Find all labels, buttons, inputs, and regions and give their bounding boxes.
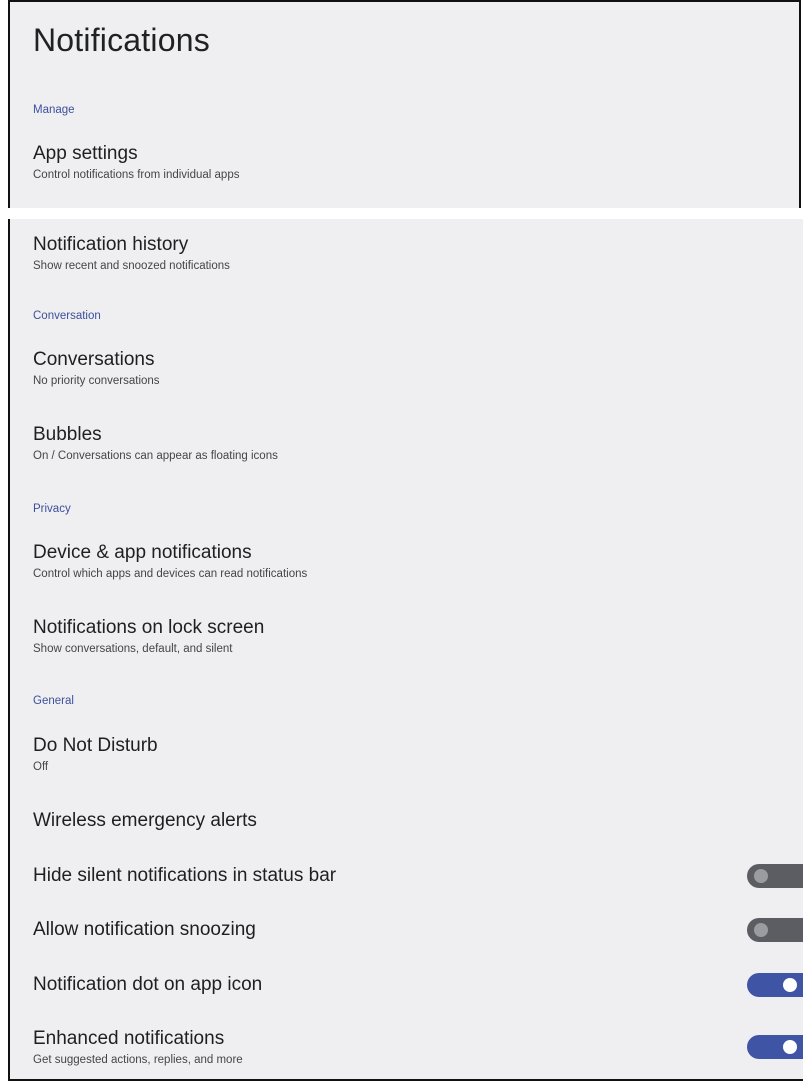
notification-history-item[interactable]: Notification history Show recent and sno… bbox=[33, 234, 803, 274]
switch-knob bbox=[754, 869, 768, 883]
notification-history-title: Notification history bbox=[33, 234, 189, 255]
lock-screen-subtitle: Show conversations, default, and silent bbox=[33, 643, 233, 655]
wireless-alerts-title: Wireless emergency alerts bbox=[33, 810, 257, 831]
switch-knob bbox=[783, 978, 797, 992]
do-not-disturb-item[interactable]: Do Not Disturb Off bbox=[33, 735, 803, 775]
bubbles-item[interactable]: Bubbles On / Conversations can appear as… bbox=[33, 424, 803, 464]
hide-silent-title: Hide silent notifications in status bar bbox=[33, 865, 337, 886]
allow-snoozing-title: Allow notification snoozing bbox=[33, 919, 256, 940]
allow-snoozing-switch[interactable] bbox=[747, 918, 803, 942]
section-header-privacy: Privacy bbox=[33, 503, 71, 515]
section-header-manage: Manage bbox=[33, 104, 75, 116]
page-title: Notifications bbox=[33, 22, 210, 58]
notification-dot-item[interactable]: Notification dot on app icon bbox=[33, 973, 803, 997]
app-settings-title: App settings bbox=[33, 143, 138, 164]
do-not-disturb-title: Do Not Disturb bbox=[33, 735, 158, 756]
bubbles-title: Bubbles bbox=[33, 424, 102, 445]
bubbles-subtitle: On / Conversations can appear as floatin… bbox=[33, 450, 278, 462]
device-app-notifications-title: Device & app notifications bbox=[33, 542, 252, 563]
switch-knob bbox=[783, 1040, 797, 1054]
notification-history-subtitle: Show recent and snoozed notifications bbox=[33, 260, 230, 272]
enhanced-notifications-switch[interactable] bbox=[747, 1035, 803, 1059]
wireless-alerts-item[interactable]: Wireless emergency alerts bbox=[33, 810, 803, 832]
conversations-title: Conversations bbox=[33, 349, 155, 370]
notification-dot-title: Notification dot on app icon bbox=[33, 974, 263, 995]
hide-silent-switch[interactable] bbox=[747, 864, 803, 888]
app-settings-subtitle: Control notifications from individual ap… bbox=[33, 169, 240, 181]
conversations-subtitle: No priority conversations bbox=[33, 375, 160, 387]
do-not-disturb-subtitle: Off bbox=[33, 761, 49, 773]
switch-knob bbox=[754, 923, 768, 937]
allow-snoozing-item[interactable]: Allow notification snoozing bbox=[33, 918, 803, 942]
conversations-item[interactable]: Conversations No priority conversations bbox=[33, 349, 803, 389]
enhanced-notifications-item[interactable]: Enhanced notifications Get suggested act… bbox=[33, 1028, 803, 1068]
section-header-general: General bbox=[33, 695, 74, 707]
lock-screen-item[interactable]: Notifications on lock screen Show conver… bbox=[33, 617, 803, 657]
enhanced-notifications-subtitle: Get suggested actions, replies, and more bbox=[33, 1054, 243, 1066]
app-settings-item[interactable]: App settings Control notifications from … bbox=[33, 143, 803, 183]
device-app-notifications-item[interactable]: Device & app notifications Control which… bbox=[33, 542, 803, 582]
device-app-notifications-subtitle: Control which apps and devices can read … bbox=[33, 568, 308, 580]
section-header-conversation: Conversation bbox=[33, 310, 101, 322]
notification-dot-switch[interactable] bbox=[747, 973, 803, 997]
hide-silent-item[interactable]: Hide silent notifications in status bar bbox=[33, 864, 803, 888]
lock-screen-title: Notifications on lock screen bbox=[33, 617, 265, 638]
enhanced-notifications-title: Enhanced notifications bbox=[33, 1028, 225, 1049]
